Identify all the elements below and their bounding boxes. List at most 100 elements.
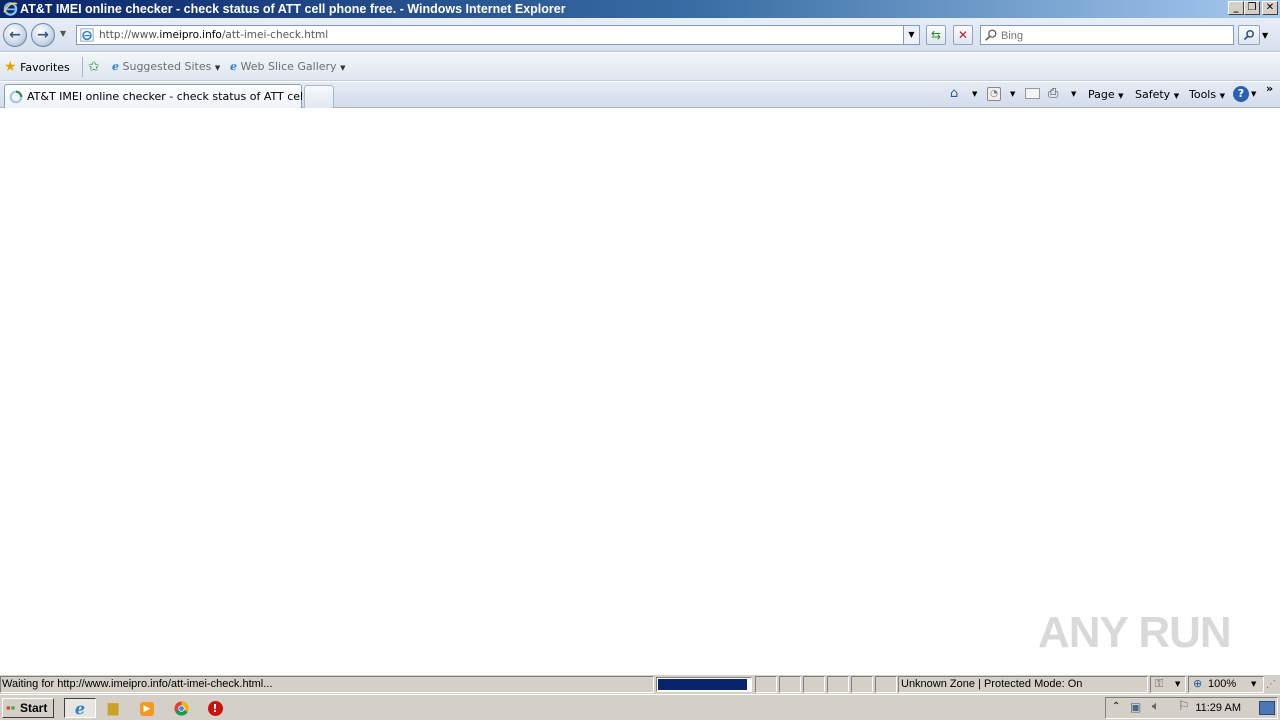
help-dropdown[interactable]: ▼ (1251, 90, 1256, 98)
restore-button[interactable]: ❐ (1244, 1, 1260, 15)
address-bar[interactable]: http://www.imeipro.info/att-imei-check.h… (76, 25, 920, 45)
taskbar-chrome[interactable] (170, 698, 192, 718)
red-exclamation-icon: ! (207, 701, 223, 716)
taskbar: ▪▪ Start ℯ ▆ ▶ ! ⌃ ▣ 🔈︎ ⚐ 11:29 AM (0, 694, 1280, 720)
refresh-icon: ⇆ (930, 28, 942, 42)
stop-icon: ✕ (957, 28, 969, 42)
status-pane (827, 676, 849, 693)
taskbar-internet-explorer[interactable]: ℯ (64, 698, 96, 718)
internet-explorer-icon: ℯ (74, 699, 86, 718)
page-content-area[interactable] (0, 108, 1280, 674)
home-dropdown[interactable]: ▼ (972, 90, 977, 98)
security-zone-text: Unknown Zone | Protected Mode: On (901, 678, 1083, 690)
system-tray: ⌃ ▣ 🔈︎ ⚐ 11:29 AM (1105, 697, 1278, 719)
favorites-label: Favorites (20, 61, 70, 74)
back-button[interactable]: ← (3, 23, 27, 47)
feeds-dropdown[interactable]: ▼ (1010, 90, 1015, 98)
start-label: Start (20, 701, 48, 715)
read-mail-button[interactable] (1025, 88, 1040, 99)
add-favorite-star-icon: ✩ (88, 59, 100, 75)
search-options-dropdown[interactable]: ▼ (1262, 31, 1268, 40)
ie-page-icon: ℯ (112, 60, 119, 73)
minimize-button[interactable]: _ (1228, 1, 1244, 15)
taskbar-explorer[interactable]: ▆ (102, 698, 124, 718)
chevron-down-icon: ▼ (908, 30, 915, 39)
status-pane (803, 676, 825, 693)
web-slice-gallery-label: Web Slice Gallery (240, 60, 337, 73)
address-dropdown-button[interactable]: ▼ (903, 26, 919, 44)
start-button[interactable]: ▪▪ Start (2, 698, 54, 718)
command-bar-overflow-button[interactable]: » (1266, 82, 1273, 95)
forward-button[interactable]: → (31, 23, 55, 47)
status-pane (875, 676, 897, 693)
status-text-pane (0, 676, 654, 693)
web-slice-gallery-link[interactable]: ℯ Web Slice Gallery ▼ (230, 59, 345, 75)
safety-menu[interactable]: Safety ▼ (1135, 88, 1179, 101)
chevron-down-icon: ▼ (1262, 31, 1269, 40)
new-tab-button[interactable] (304, 85, 334, 108)
back-arrow-icon: ← (9, 27, 21, 43)
loading-spinner-icon (9, 90, 23, 104)
show-desktop-icon[interactable] (1259, 701, 1275, 715)
close-window-button[interactable]: ✕ (1262, 1, 1278, 15)
security-zone-pane[interactable]: Unknown Zone | Protected Mode: On (898, 676, 1148, 693)
protected-mode-settings-button[interactable]: ⚿ ▼ (1150, 676, 1186, 693)
tab-active[interactable]: AT&T IMEI online checker - check status … (4, 84, 327, 108)
media-player-icon: ▶ (140, 702, 154, 716)
internet-explorer-icon (3, 2, 18, 16)
window-title: AT&T IMEI online checker - check status … (20, 2, 566, 16)
network-icon[interactable]: ▣ (1130, 700, 1141, 714)
zoom-level-button[interactable]: ⊕ 100% ▼ (1188, 676, 1264, 693)
title-bar: AT&T IMEI online checker - check status … (0, 0, 1280, 18)
chevron-down-icon: ▼ (1071, 90, 1077, 98)
windows-logo-icon: ▪▪ (6, 700, 16, 715)
print-button[interactable]: ⎙ (1048, 86, 1058, 101)
zoom-magnifier-icon: ⊕ (1193, 677, 1203, 690)
printer-icon: ⎙ (1048, 86, 1059, 101)
favorites-bar: ★ Favorites ✩ ℯ Suggested Sites ▼ ℯ Web … (0, 53, 1280, 81)
toolbar-divider (82, 57, 83, 77)
print-dropdown[interactable]: ▼ (1071, 90, 1076, 98)
anyrun-watermark: ANY RUN (1038, 608, 1238, 672)
address-url[interactable]: http://www.imeipro.info/att-imei-check.h… (99, 29, 328, 41)
search-go-button[interactable] (1238, 25, 1260, 45)
taskbar-media-player[interactable]: ▶ (136, 698, 158, 718)
progress-fill (658, 679, 747, 690)
status-pane (755, 676, 777, 693)
chevron-down-icon: ▼ (1175, 680, 1181, 688)
tab-bar: AT&T IMEI online checker - check status … (0, 82, 1280, 108)
suggested-sites-link[interactable]: ℯ Suggested Sites ▼ (112, 59, 220, 75)
resize-grip-icon[interactable]: ⋰ (1266, 679, 1276, 690)
ie-page-icon: ℯ (230, 60, 237, 73)
search-box[interactable] (980, 25, 1234, 45)
favorites-button[interactable]: ★ Favorites (4, 59, 70, 75)
watermark-text: ANY RUN (1038, 608, 1232, 657)
chevron-down-icon: ▼ (1173, 92, 1180, 100)
refresh-button[interactable]: ⇆ (926, 25, 946, 45)
help-button[interactable]: ? (1233, 86, 1249, 102)
chevron-down-icon: ▼ (1251, 680, 1257, 688)
chevron-down-icon: ▼ (1219, 92, 1225, 100)
search-input[interactable] (1001, 28, 1229, 43)
action-center-flag-icon[interactable]: ⚐ (1178, 699, 1190, 714)
chevron-down-icon: ▼ (214, 64, 221, 72)
add-to-favorites-bar-button[interactable]: ✩ (88, 59, 100, 75)
feeds-button[interactable]: ◔ (987, 87, 1001, 101)
clock[interactable]: 11:29 AM (1195, 702, 1241, 714)
recent-pages-dropdown[interactable]: ▼ (60, 29, 66, 38)
stop-button[interactable]: ✕ (953, 25, 973, 45)
chevron-down-icon: ▼ (1251, 90, 1257, 98)
navigation-bar: ← → ▼ http://www.imeipro.info/att-imei-c… (0, 18, 1280, 52)
chrome-icon (173, 701, 189, 716)
chevron-down-icon: ▼ (1118, 92, 1124, 100)
home-button[interactable]: ⌂ (950, 86, 958, 101)
chevron-down-icon: ▼ (972, 90, 978, 98)
status-pane (779, 676, 801, 693)
show-hidden-icons-button[interactable]: ⌃ (1112, 701, 1120, 712)
taskbar-stop-app[interactable]: ! (204, 698, 226, 718)
tools-menu[interactable]: Tools ▼ (1189, 88, 1225, 101)
search-icon (1243, 29, 1255, 41)
volume-icon[interactable]: 🔈︎ (1152, 699, 1160, 714)
double-chevron-right-icon: » (1266, 82, 1274, 95)
page-menu[interactable]: Page ▼ (1088, 88, 1124, 101)
